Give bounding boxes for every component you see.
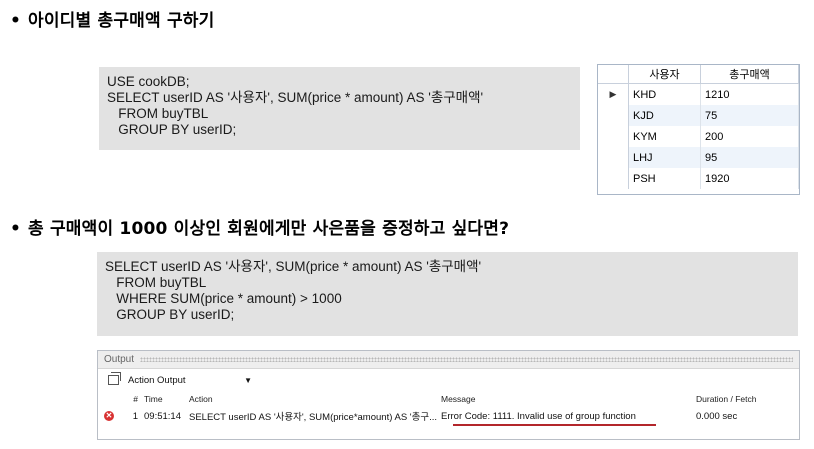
code-line: GROUP BY userID;: [105, 307, 235, 322]
grid-column-header[interactable]: 사용자: [629, 65, 701, 83]
grid-cell[interactable]: 200: [701, 126, 799, 147]
panel-grip-handle[interactable]: [140, 357, 793, 362]
column-header-time[interactable]: Time: [144, 394, 189, 404]
current-row-arrow-icon: ▶: [598, 84, 629, 105]
output-panel-titlebar[interactable]: Output: [98, 351, 799, 369]
code-line: SELECT userID AS '사용자', SUM(price * amou…: [107, 90, 484, 105]
copy-output-icon[interactable]: [108, 372, 121, 385]
heading-text: 아이디별 총구매액 구하기: [28, 11, 215, 31]
output-panel-title: Output: [104, 354, 135, 365]
column-header-message[interactable]: Message: [441, 394, 696, 404]
grid-row[interactable]: ▶ KHD 1210: [598, 84, 799, 105]
code-line: SELECT userID AS '사용자', SUM(price * amou…: [105, 259, 482, 274]
grid-row[interactable]: KJD 75: [598, 105, 799, 126]
output-toolbar: Action Output ▼: [98, 369, 799, 391]
row-selector[interactable]: [598, 105, 629, 126]
grid-cell[interactable]: LHJ: [629, 147, 701, 168]
grid-cell[interactable]: 1920: [701, 168, 799, 189]
code-line: FROM buyTBL: [105, 275, 207, 290]
grid-cell[interactable]: KYM: [629, 126, 701, 147]
grid-row[interactable]: PSH 1920: [598, 168, 799, 189]
status-cell: ✕: [98, 411, 120, 421]
output-row[interactable]: ✕ 1 09:51:14 SELECT userID AS '사용자', SUM…: [98, 407, 799, 426]
row-number: 1: [132, 410, 138, 422]
output-panel: Output Action Output ▼ # Time Action Mes…: [97, 350, 800, 440]
column-header-action[interactable]: Action: [189, 394, 441, 404]
grid-cell[interactable]: KJD: [629, 105, 701, 126]
output-type-dropdown[interactable]: Action Output ▼: [128, 375, 252, 386]
grid-cell[interactable]: 95: [701, 147, 799, 168]
grid-column-header[interactable]: 총구매액: [701, 65, 799, 83]
code-line: WHERE SUM(price * amount) > 1000: [105, 291, 342, 306]
section-heading-2: • 총 구매액이 1000 이상인 회원에게만 사은품을 증정하고 싶다면?: [10, 214, 509, 239]
bullet: •: [10, 11, 22, 31]
error-message-underline: [453, 424, 656, 426]
error-icon: ✕: [104, 411, 114, 421]
code-line: USE cookDB;: [107, 74, 190, 89]
column-header-number[interactable]: #: [120, 394, 144, 404]
grid-row[interactable]: KYM 200: [598, 126, 799, 147]
grid-cell[interactable]: KHD: [629, 84, 701, 105]
row-duration: 0.000 sec: [696, 410, 738, 422]
grid-cell[interactable]: 75: [701, 105, 799, 126]
row-message: Error Code: 1111. Invalid use of group f…: [441, 410, 636, 422]
row-selector[interactable]: [598, 168, 629, 189]
code-line: FROM buyTBL: [107, 106, 209, 121]
result-grid: 사용자 총구매액 ▶ KHD 1210 KJD 75 KYM 200 LHJ 9…: [597, 64, 800, 195]
bullet: •: [10, 219, 22, 239]
row-selector[interactable]: [598, 147, 629, 168]
code-block-2: SELECT userID AS '사용자', SUM(price * amou…: [97, 252, 798, 336]
output-column-headers: # Time Action Message Duration / Fetch: [98, 391, 799, 407]
code-line: GROUP BY userID;: [107, 122, 237, 137]
row-selector[interactable]: [598, 126, 629, 147]
row-action: SELECT userID AS '사용자', SUM(price*amount…: [189, 412, 438, 423]
grid-cell[interactable]: 1210: [701, 84, 799, 105]
grid-cell[interactable]: PSH: [629, 168, 701, 189]
grid-header-row: 사용자 총구매액: [598, 65, 799, 84]
section-heading-1: • 아이디별 총구매액 구하기: [10, 6, 214, 31]
column-header-duration[interactable]: Duration / Fetch: [696, 394, 799, 404]
chevron-down-icon[interactable]: ▼: [244, 376, 252, 385]
output-type-value: Action Output: [128, 374, 186, 386]
grid-row[interactable]: LHJ 95: [598, 147, 799, 168]
row-selector-header: [598, 65, 629, 83]
row-time: 09:51:14: [144, 410, 181, 422]
heading-text: 총 구매액이 1000 이상인 회원에게만 사은품을 증정하고 싶다면?: [28, 219, 510, 239]
code-block-1: USE cookDB; SELECT userID AS '사용자', SUM(…: [99, 67, 580, 150]
